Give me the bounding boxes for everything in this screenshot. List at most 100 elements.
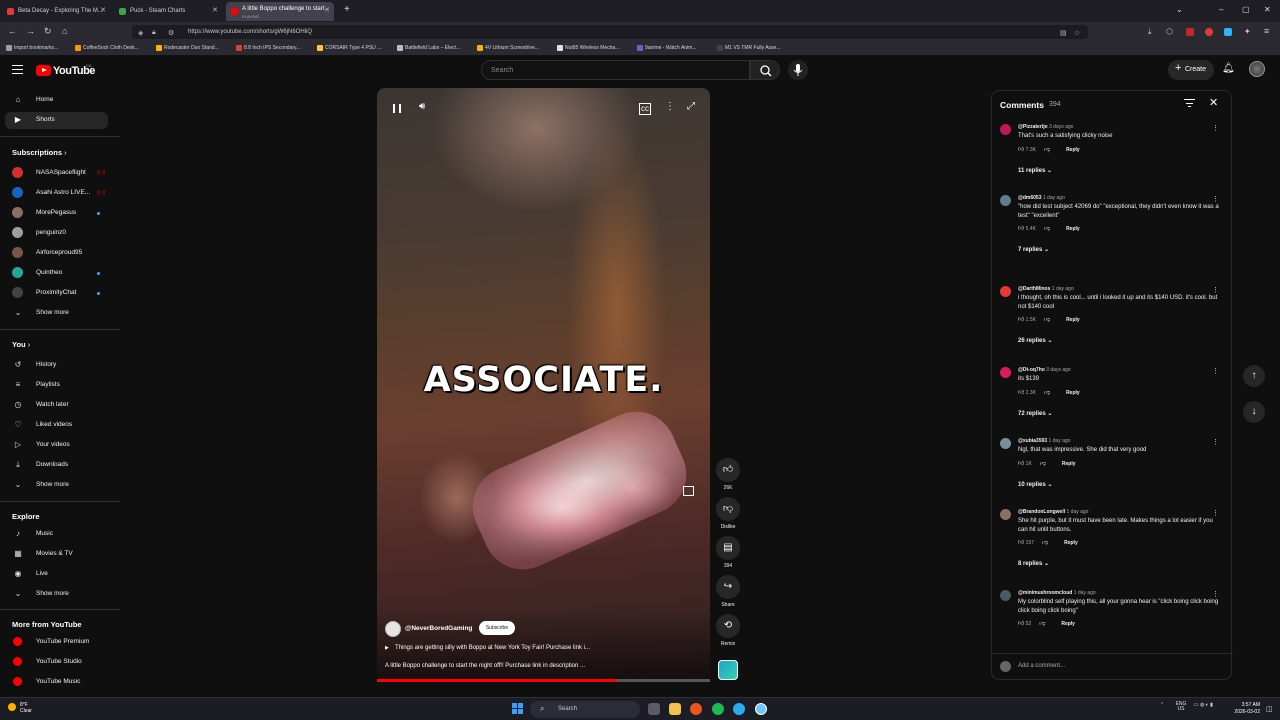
reply-button[interactable]: Reply bbox=[1066, 390, 1080, 396]
more-options-icon[interactable]: ⋮ bbox=[1212, 367, 1219, 375]
commenter-avatar[interactable] bbox=[1000, 590, 1011, 601]
close-icon[interactable]: ✕ bbox=[1209, 96, 1218, 109]
bookmark-star-icon[interactable]: ☆ bbox=[1074, 29, 1080, 37]
close-window-icon[interactable]: ✕ bbox=[1264, 5, 1271, 14]
youtube-logo-icon[interactable] bbox=[36, 65, 51, 76]
task-view-icon[interactable] bbox=[648, 703, 660, 715]
more-options-icon[interactable]: ⋮ bbox=[665, 102, 675, 112]
sidebar-item-subscription[interactable]: MorePegasus bbox=[5, 205, 108, 222]
extension-icon[interactable] bbox=[1205, 28, 1213, 36]
view-replies-button[interactable]: 7 replies ⌄ bbox=[1018, 246, 1049, 253]
sidebar-item-shorts[interactable]: ▶ Shorts bbox=[5, 112, 108, 129]
sidebar-item-youtube-premium[interactable]: YouTube Premium bbox=[5, 634, 108, 651]
sidebar-item-live[interactable]: ◉ Live bbox=[5, 566, 108, 583]
search-button[interactable] bbox=[750, 60, 780, 80]
more-options-icon[interactable]: ⋮ bbox=[1212, 438, 1219, 446]
search-input[interactable]: Search bbox=[481, 60, 750, 80]
forward-icon[interactable]: → bbox=[26, 27, 35, 36]
sidebar-item-movies-tv[interactable]: ▦ Movies & TV bbox=[5, 546, 108, 563]
close-icon[interactable]: ✕ bbox=[324, 6, 330, 14]
back-icon[interactable]: ← bbox=[8, 27, 17, 36]
video-progress-bar[interactable] bbox=[377, 679, 710, 682]
sidebar-item-subscription[interactable]: NASASpaceflight ((·)) bbox=[5, 165, 108, 182]
view-replies-button[interactable]: 8 replies ⌄ bbox=[1018, 560, 1049, 567]
bookmark-item[interactable]: Nut65 Wireless Mecha... bbox=[557, 45, 619, 51]
thumbs-down-icon[interactable]: 👎︎ bbox=[1044, 147, 1050, 153]
thumbs-up-icon[interactable]: 👍︎ bbox=[1018, 540, 1024, 546]
file-explorer-icon[interactable] bbox=[669, 703, 681, 715]
bookmark-item[interactable]: 8.8 Inch IPS Secondary... bbox=[236, 45, 300, 51]
volume-icon[interactable]: 🔊︎ bbox=[419, 102, 425, 112]
sidebar-item-liked-videos[interactable]: ♡ Liked videos bbox=[5, 417, 108, 434]
sidebar-item-subscription[interactable]: ProximityChat bbox=[5, 285, 108, 302]
comment-author[interactable]: @BrandonLongwell 1 day ago bbox=[1018, 509, 1088, 515]
thumbs-down-icon[interactable]: 👎︎ bbox=[1044, 317, 1050, 323]
reply-button[interactable]: Reply bbox=[1064, 540, 1078, 546]
tab-list-icon[interactable]: ⌄ bbox=[1176, 5, 1183, 14]
more-options-icon[interactable]: ⋮ bbox=[1212, 195, 1219, 203]
comment-author[interactable]: @Pizzatertje 3 days ago bbox=[1018, 124, 1073, 130]
pause-icon[interactable] bbox=[393, 104, 401, 113]
browser-tab-steam-charts[interactable]: Puck - Steam Charts ✕ bbox=[114, 2, 222, 21]
view-replies-button[interactable]: 26 replies ⌄ bbox=[1018, 337, 1052, 344]
sidebar-show-more-explore[interactable]: ⌄ Show more bbox=[5, 586, 108, 603]
comment-author[interactable]: @minimushroomcloud 1 day ago bbox=[1018, 590, 1096, 596]
more-options-icon[interactable]: ⋮ bbox=[1212, 590, 1219, 598]
related-video-link[interactable]: Things are getting silly with Boppo at N… bbox=[385, 645, 590, 651]
next-short-button[interactable]: ↓ bbox=[1243, 401, 1265, 423]
sidebar-item-playlists[interactable]: ≡ Playlists bbox=[5, 377, 108, 394]
bookmark-item[interactable]: Rodecaster Duo Stand... bbox=[156, 45, 219, 51]
bookmark-item[interactable]: Import bookmarks... bbox=[6, 45, 58, 51]
volume-icon[interactable]: 🔈︎ bbox=[1206, 702, 1209, 708]
thumbs-down-icon[interactable]: 👎︎ bbox=[1044, 226, 1050, 232]
home-browser-icon[interactable]: ⌂ bbox=[62, 27, 67, 36]
commenter-avatar[interactable] bbox=[1000, 124, 1011, 135]
windows-start-icon[interactable] bbox=[512, 703, 524, 715]
sidebar-item-youtube-music[interactable]: YouTube Music bbox=[5, 674, 108, 691]
notifications-bell-icon[interactable]: 🔔︎ bbox=[1222, 63, 1235, 74]
battery-icon[interactable]: ▮ bbox=[1210, 702, 1213, 708]
comment-author[interactable]: @dm6053 1 day ago bbox=[1018, 195, 1065, 201]
sort-icon[interactable] bbox=[1184, 99, 1195, 108]
you-heading[interactable]: You › bbox=[12, 340, 30, 349]
reload-icon[interactable]: ↻ bbox=[44, 27, 52, 36]
fullscreen-icon[interactable]: ⤢ bbox=[687, 102, 695, 112]
thumbs-down-icon[interactable]: 👎︎ bbox=[1040, 461, 1046, 467]
add-comment-input[interactable]: Add a comment... bbox=[992, 653, 1233, 680]
voice-search-button[interactable] bbox=[788, 60, 808, 80]
bookmark-item[interactable]: CoffeeSock Cloth Desk... bbox=[75, 45, 139, 51]
display-icon[interactable]: ▭ bbox=[1194, 702, 1199, 708]
shield-icon[interactable]: ◈ bbox=[138, 29, 143, 37]
thumbs-up-icon[interactable]: 👍︎ bbox=[1018, 461, 1024, 467]
account-avatar[interactable] bbox=[1249, 61, 1265, 77]
sidebar-item-history[interactable]: ↺ History bbox=[5, 357, 108, 374]
language-indicator[interactable]: ENG US bbox=[1176, 702, 1187, 712]
commenter-avatar[interactable] bbox=[1000, 286, 1011, 297]
sidebar-item-home[interactable]: ⌂ Home bbox=[5, 92, 108, 109]
taskbar-search[interactable]: ⌕ Search bbox=[530, 701, 640, 718]
thumbs-up-icon[interactable]: 👍︎ bbox=[1018, 621, 1024, 627]
captions-icon[interactable]: cc bbox=[639, 103, 651, 115]
create-button[interactable]: + Create bbox=[1168, 60, 1214, 80]
like-button[interactable]: 👍︎ 26K bbox=[716, 458, 740, 491]
bookmark-item[interactable]: 4V Lithium Screwdrive... bbox=[477, 45, 539, 51]
comment-author[interactable]: @Dt-oq7ho 3 days ago bbox=[1018, 367, 1071, 373]
sidebar-item-youtube-studio[interactable]: YouTube Studio bbox=[5, 654, 108, 671]
sidebar-item-subscription[interactable]: penguinz0 bbox=[5, 225, 108, 242]
reply-button[interactable]: Reply bbox=[1066, 317, 1080, 323]
extension-icon[interactable] bbox=[1186, 28, 1194, 36]
commenter-avatar[interactable] bbox=[1000, 509, 1011, 520]
bookmark-item[interactable]: 9anime - Watch Anim... bbox=[637, 45, 697, 51]
remix-button[interactable]: ⟲ Remix bbox=[716, 614, 740, 647]
thumbs-down-icon[interactable]: 👎︎ bbox=[1042, 540, 1048, 546]
picture-in-picture-icon[interactable] bbox=[683, 486, 694, 496]
extensions-icon[interactable]: ⬡ bbox=[1166, 27, 1173, 36]
comments-button[interactable]: ▤ 394 bbox=[716, 536, 740, 569]
puzzle-icon[interactable]: ✦ bbox=[1244, 27, 1251, 36]
previous-short-button[interactable]: ↑ bbox=[1243, 365, 1265, 387]
reply-button[interactable]: Reply bbox=[1061, 621, 1075, 627]
subscriptions-heading[interactable]: Subscriptions › bbox=[12, 148, 67, 157]
commenter-avatar[interactable] bbox=[1000, 438, 1011, 449]
telegram-icon[interactable] bbox=[733, 703, 745, 715]
channel-name[interactable]: @NeverBoredGaming bbox=[405, 625, 472, 632]
